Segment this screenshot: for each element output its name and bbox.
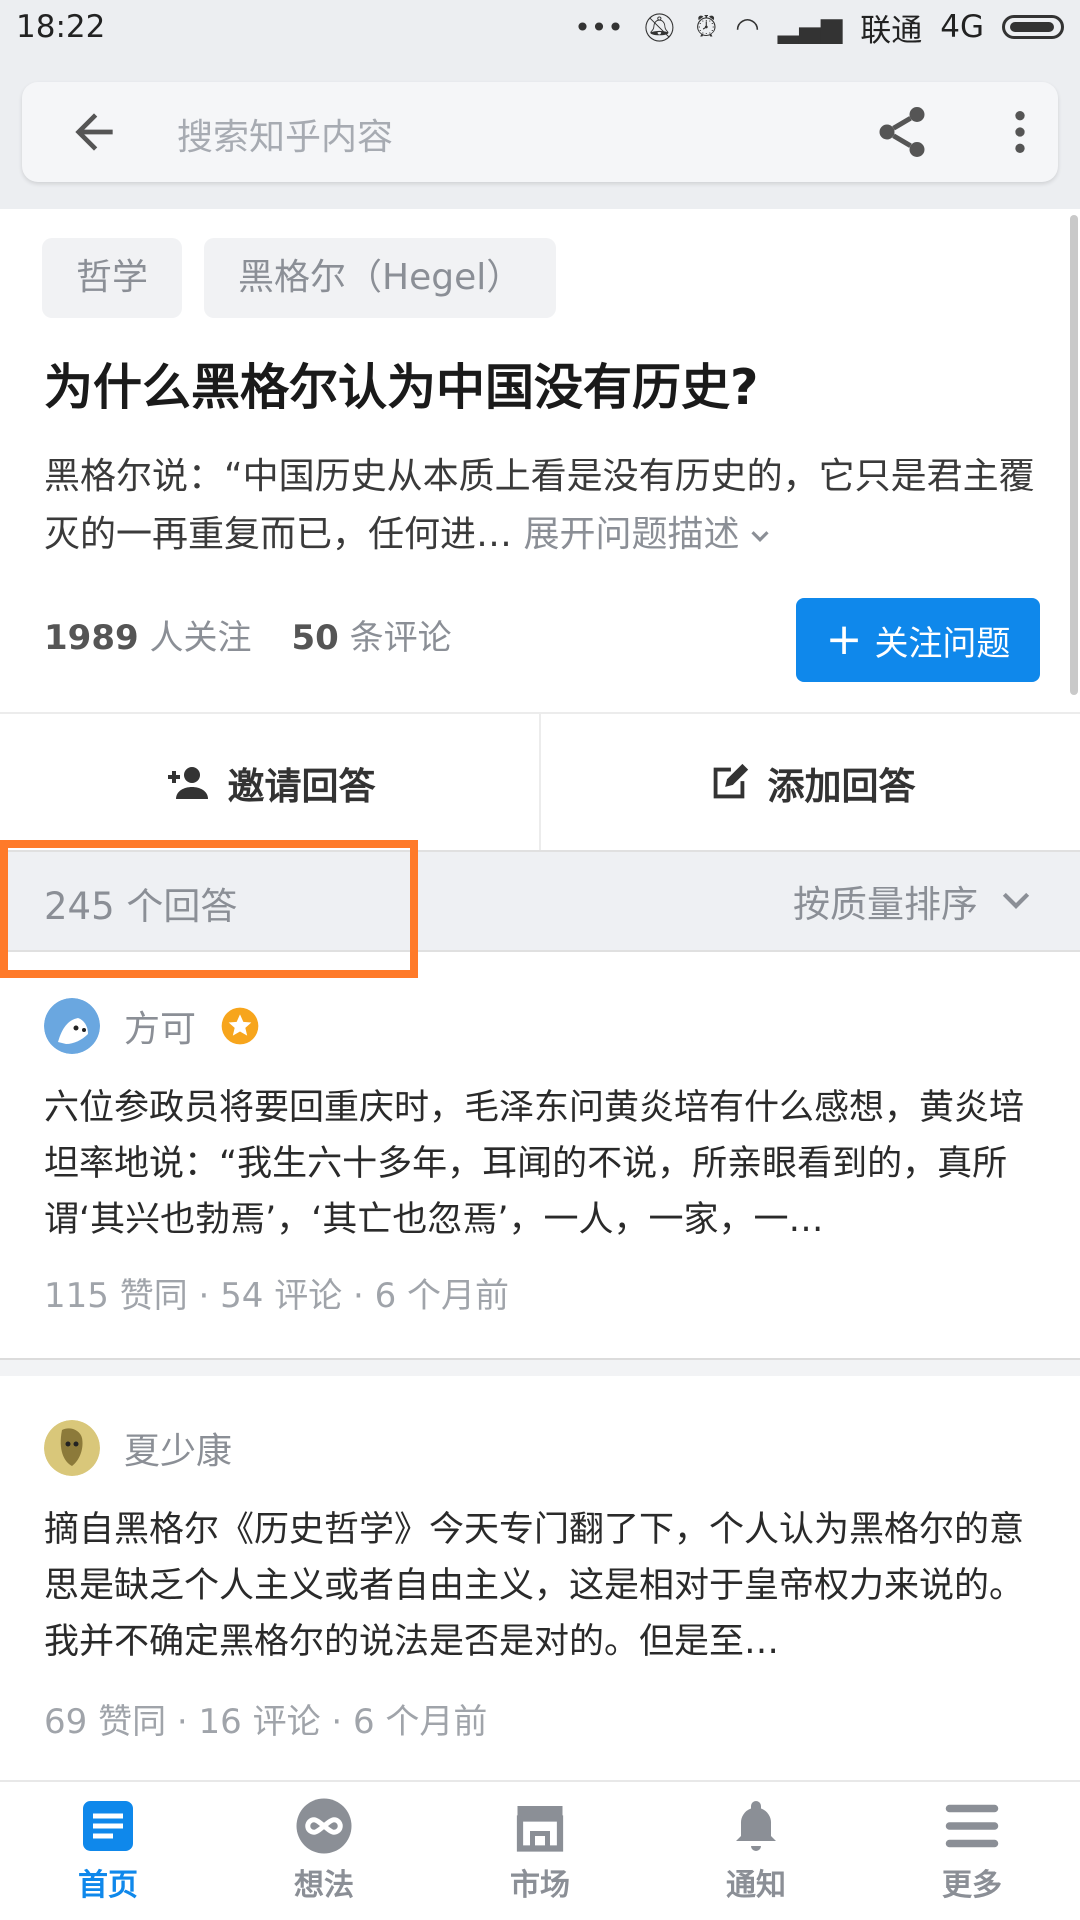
invite-answer-label: 邀请回答 — [227, 765, 376, 808]
alarm-icon: ⏰︎ — [695, 10, 718, 43]
scrollbar[interactable] — [1070, 215, 1078, 695]
signal-icon: ▂▄▆ — [777, 10, 843, 44]
chevron-down-icon[interactable] — [745, 521, 775, 551]
bell-icon — [736, 1801, 776, 1851]
home-feed-icon — [83, 1801, 133, 1851]
chevron-down-icon — [1002, 892, 1030, 909]
more-vertical-icon[interactable] — [992, 104, 1048, 160]
answer-excerpt[interactable]: 六位参政员将要回重庆时，毛泽东问黄炎培有什么感想，黄炎培坦率地说：“我生六十多年… — [44, 1080, 1040, 1248]
nav-ideas-label: 想法 — [294, 1868, 354, 1903]
nav-market-label: 市场 — [510, 1868, 570, 1903]
answer-author[interactable]: 方可 — [124, 1000, 196, 1052]
verified-badge-icon — [221, 1007, 259, 1045]
plus-icon: + — [825, 614, 863, 665]
answer-author-row[interactable]: 夏少康 — [44, 1420, 232, 1476]
nav-more[interactable]: 更多 — [864, 1782, 1080, 1920]
followers-stat[interactable]: 1989 人关注 — [44, 610, 251, 659]
expand-description-label[interactable]: 展开问题描述 — [523, 514, 739, 555]
follow-question-label: 关注问题 — [874, 623, 1011, 664]
add-answer-label: 添加回答 — [767, 765, 916, 808]
wifi-icon: ◠ — [735, 10, 760, 44]
nav-notifications-label: 通知 — [726, 1868, 786, 1903]
menu-icon — [945, 1804, 999, 1848]
comments-count: 50 — [291, 618, 339, 658]
followers-count: 1989 — [44, 618, 139, 658]
answer-excerpt[interactable]: 摘自黑格尔《历史哲学》今天专门翻了下，个人认为黑格尔的意思是缺乏个人主义或者自由… — [44, 1502, 1040, 1670]
comments-label: 条评论 — [349, 618, 452, 658]
answer-meta: 69 赞同 · 16 评论 · 6 个月前 — [44, 1702, 488, 1742]
search-input[interactable]: 搜索知乎内容 — [177, 108, 393, 160]
more-notifications-icon: ••• — [574, 10, 624, 44]
back-arrow-icon[interactable] — [66, 104, 122, 160]
answer-author[interactable]: 夏少康 — [124, 1422, 232, 1474]
invite-answer-button[interactable]: 邀请回答 — [0, 714, 539, 852]
question-stats: 1989 人关注 50 条评论 — [44, 610, 452, 659]
expand-description-link[interactable]: 展开问题描述 — [523, 514, 775, 555]
network-label: 4G — [940, 9, 984, 45]
nav-ideas[interactable]: 想法 — [216, 1782, 432, 1920]
status-icons: ••• 🔕︎ ⏰︎ ◠ ▂▄▆ 联通 4G — [574, 5, 1064, 50]
store-icon — [516, 1806, 564, 1852]
topic-tags: 哲学 黑格尔（Hegel） — [42, 238, 557, 318]
nav-more-label: 更多 — [942, 1868, 1002, 1903]
answer-actions: 邀请回答 添加回答 — [0, 712, 1080, 852]
answer-author-row[interactable]: 方可 — [44, 998, 260, 1054]
add-person-icon — [167, 767, 208, 799]
follow-question-button[interactable]: + 关注问题 — [796, 598, 1040, 682]
topic-tag[interactable]: 哲学 — [42, 238, 183, 318]
search-bar[interactable]: 搜索知乎内容 — [22, 82, 1058, 182]
edit-icon — [713, 763, 748, 799]
avatar[interactable] — [44, 1420, 100, 1476]
nav-home[interactable]: 首页 — [0, 1782, 216, 1920]
answer-item[interactable]: 夏少康 摘自黑格尔《历史哲学》今天专门翻了下，个人认为黑格尔的意思是缺乏个人主义… — [0, 1400, 1080, 1780]
sort-label: 按质量排序 — [793, 883, 978, 926]
sort-dropdown[interactable]: 按质量排序 — [793, 874, 1036, 928]
status-time: 18:22 — [16, 9, 106, 45]
topic-tag[interactable]: 黑格尔（Hegel） — [204, 238, 557, 318]
nav-notifications[interactable]: 通知 — [648, 1782, 864, 1920]
add-answer-button[interactable]: 添加回答 — [539, 714, 1080, 852]
question-description: 黑格尔说：“中国历史从本质上看是没有历史的，它只是君主覆灭的一再重复而已，任何进… — [44, 448, 1044, 564]
question-title: 为什么黑格尔认为中国没有历史? — [44, 359, 759, 416]
avatar[interactable] — [44, 998, 100, 1054]
bottom-nav: 首页 想法 市场 通知 更多 — [0, 1780, 1080, 1920]
comments-stat[interactable]: 50 条评论 — [291, 610, 451, 659]
highlight-box — [0, 840, 418, 978]
battery-icon — [1002, 15, 1064, 39]
app-bar: 搜索知乎内容 — [0, 54, 1080, 209]
nav-home-label: 首页 — [78, 1868, 138, 1903]
status-bar: 18:22 ••• 🔕︎ ⏰︎ ◠ ▂▄▆ 联通 4G — [0, 0, 1080, 54]
nav-market[interactable]: 市场 — [432, 1782, 648, 1920]
carrier-label: 联通 — [860, 12, 923, 49]
share-icon[interactable] — [872, 102, 932, 162]
followers-label: 人关注 — [149, 618, 252, 658]
answer-item[interactable]: 方可 六位参政员将要回重庆时，毛泽东问黄炎培有什么感想，黄炎培坦率地说：“我生六… — [0, 978, 1080, 1358]
mute-icon: 🔕︎ — [641, 10, 678, 44]
answer-meta: 115 赞同 · 54 评论 · 6 个月前 — [44, 1276, 510, 1316]
answer-divider — [0, 1358, 1080, 1376]
infinity-icon — [296, 1798, 352, 1854]
